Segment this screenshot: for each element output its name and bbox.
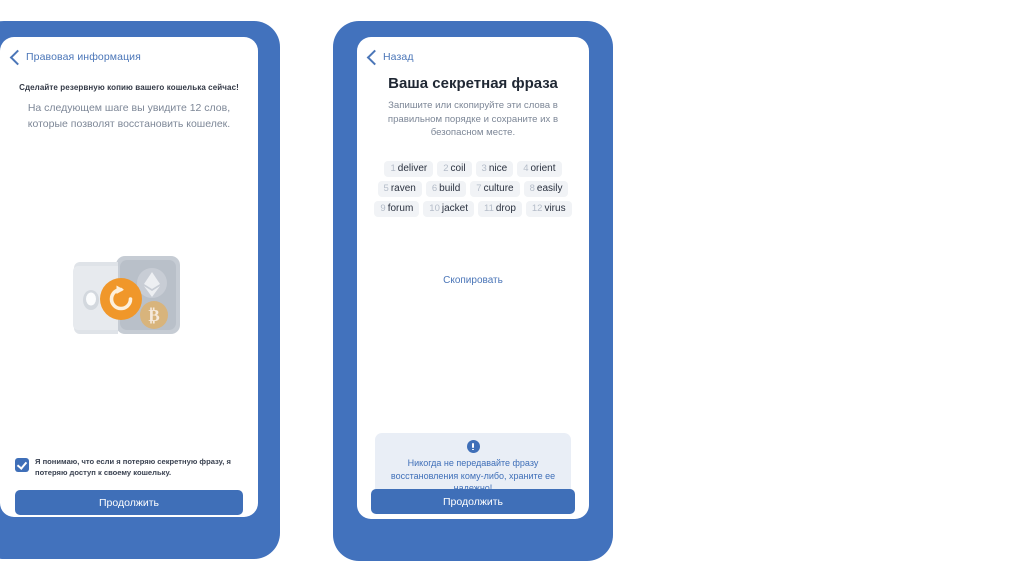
seed-word-index: 7 bbox=[476, 183, 482, 194]
continue-button-seed[interactable]: Продолжить bbox=[371, 489, 575, 514]
seed-word-list: 1 deliver 2 coil 3 nice 4 orient 5 raven 6 build 7 cu… bbox=[371, 161, 575, 217]
seed-word-chip: 7 culture bbox=[470, 181, 520, 197]
seed-word-text: raven bbox=[390, 183, 416, 194]
copy-seed-link[interactable]: Скопировать bbox=[357, 275, 589, 286]
seed-word-index: 9 bbox=[380, 203, 386, 214]
seed-subtext: Запишите или скопируйте эти слова в прав… bbox=[387, 100, 559, 138]
seed-word-chip: 2 coil bbox=[437, 161, 472, 177]
chevron-left-icon bbox=[366, 49, 383, 65]
seed-word-chip: 8 easily bbox=[523, 181, 569, 197]
screen-legal: Правовая информация Сделайте резервную к… bbox=[0, 37, 258, 517]
seed-word-index: 8 bbox=[529, 183, 535, 194]
consent-checkbox[interactable] bbox=[15, 458, 29, 472]
page-title: Ваша секретная фраза bbox=[388, 75, 558, 92]
seed-word-text: jacket bbox=[441, 203, 468, 214]
seed-word-text: easily bbox=[536, 183, 563, 194]
seed-word-index: 1 bbox=[390, 163, 396, 174]
seed-word-index: 4 bbox=[523, 163, 529, 174]
seed-word-text: orient bbox=[530, 163, 556, 174]
seed-word-text: virus bbox=[544, 203, 566, 214]
consent-label: Я понимаю, что если я потеряю секретную … bbox=[35, 457, 231, 477]
seed-word-text: drop bbox=[495, 203, 516, 214]
chevron-left-icon bbox=[9, 49, 26, 65]
ethereum-icon bbox=[137, 268, 167, 298]
seed-word-text: forum bbox=[387, 203, 414, 214]
seed-word-chip: 6 build bbox=[425, 181, 467, 197]
screen-seed: Назад Ваша секретная фраза Запишите или … bbox=[357, 37, 589, 519]
seed-word-text: build bbox=[439, 183, 461, 194]
seed-word-chip: 11 drop bbox=[477, 201, 522, 217]
phone-frame-legal: Правовая информация Сделайте резервную к… bbox=[0, 21, 280, 559]
consent-checkbox-row[interactable]: Я понимаю, что если я потеряю секретную … bbox=[15, 457, 243, 478]
back-button-legal[interactable]: Правовая информация bbox=[9, 49, 141, 65]
seed-word-chip: 12 virus bbox=[525, 201, 572, 217]
bitcoin-icon: ₿ bbox=[140, 301, 168, 329]
backup-heading: Сделайте резервную копию вашего кошелька… bbox=[19, 83, 239, 92]
svg-text:₿: ₿ bbox=[148, 306, 159, 325]
restore-refresh-icon bbox=[100, 278, 142, 320]
seed-word-chip: 5 raven bbox=[377, 181, 422, 197]
backup-subtext: На следующем шаге вы увидите 12 слов, ко… bbox=[27, 102, 231, 130]
back-button-seed-label: Назад bbox=[383, 51, 414, 63]
info-exclamation-icon bbox=[466, 440, 480, 453]
seed-word-index: 10 bbox=[429, 203, 440, 214]
seed-word-chip: 10 jacket bbox=[423, 201, 474, 217]
seed-word-index: 3 bbox=[481, 163, 487, 174]
phone-frame-seed: Назад Ваша секретная фраза Запишите или … bbox=[333, 21, 613, 561]
seed-word-index: 11 bbox=[483, 203, 494, 214]
seed-word-text: coil bbox=[450, 163, 466, 174]
seed-word-chip: 1 deliver bbox=[384, 161, 434, 177]
seed-word-chip: 9 forum bbox=[374, 201, 420, 217]
seed-word-chip: 3 nice bbox=[475, 161, 514, 177]
seed-word-index: 12 bbox=[531, 203, 543, 214]
seed-word-index: 2 bbox=[443, 163, 449, 174]
wallet-backup-illustration: ₿ bbox=[70, 242, 188, 357]
seed-word-chip: 4 orient bbox=[517, 161, 562, 177]
seed-word-index: 5 bbox=[383, 183, 389, 194]
back-button-seed[interactable]: Назад bbox=[366, 49, 414, 65]
back-button-legal-label: Правовая информация bbox=[26, 51, 141, 63]
seed-word-index: 6 bbox=[431, 183, 438, 194]
continue-button-legal[interactable]: Продолжить bbox=[15, 490, 243, 515]
seed-word-text: culture bbox=[483, 183, 514, 194]
seed-word-text: nice bbox=[488, 163, 508, 174]
seed-word-text: deliver bbox=[397, 163, 428, 174]
